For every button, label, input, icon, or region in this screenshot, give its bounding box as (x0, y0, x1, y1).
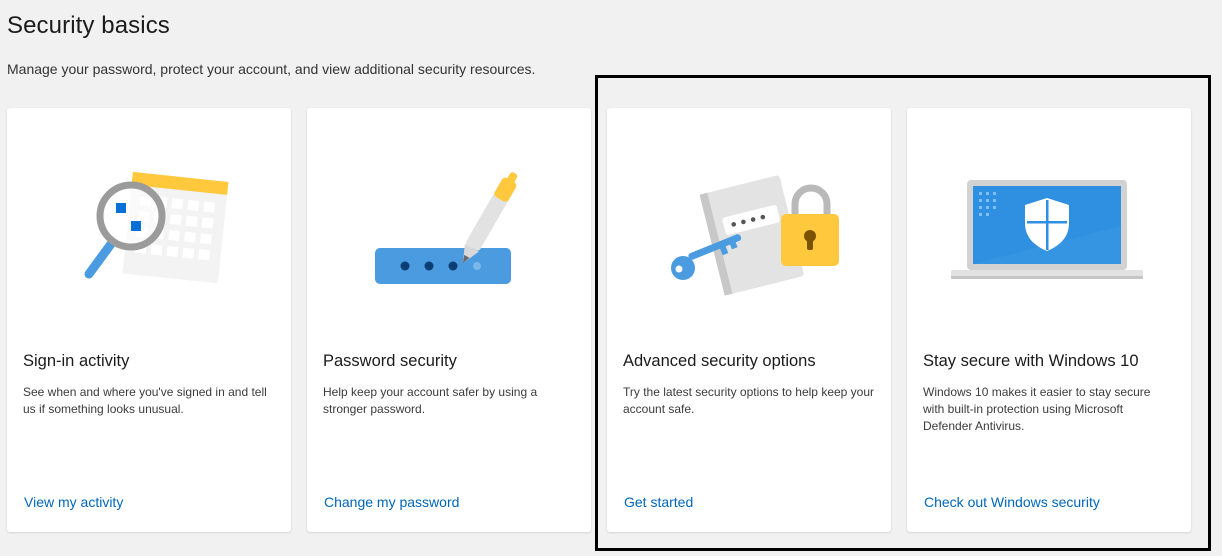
card-stay-secure-windows: Stay secure with Windows 10 Windows 10 m… (907, 108, 1191, 532)
change-my-password-link[interactable]: Change my password (324, 494, 459, 510)
get-started-link[interactable]: Get started (624, 494, 693, 510)
card-description: Windows 10 makes it easier to stay secur… (923, 385, 1151, 433)
card-advanced-security-options: Advanced security options Try the latest… (607, 108, 891, 532)
key-padlock-icon (671, 175, 839, 296)
check-out-windows-security-link[interactable]: Check out Windows security (924, 494, 1100, 510)
security-basics-page: Security basics Manage your password, pr… (0, 0, 1222, 556)
card-title: Password security (323, 352, 457, 370)
pen-password-field-icon (375, 172, 518, 284)
card-description: See when and where you've signed in and … (23, 385, 267, 416)
magnifier-calendar-icon (84, 171, 229, 284)
card-sign-in-activity: Sign-in activity See when and where you'… (7, 108, 291, 532)
card-description: Try the latest security options to help … (623, 385, 875, 416)
page-title: Security basics (7, 12, 170, 39)
card-title: Stay secure with Windows 10 (923, 352, 1139, 370)
page-subtitle: Manage your password, protect your accou… (7, 61, 536, 77)
card-title: Sign-in activity (23, 352, 130, 370)
view-my-activity-link[interactable]: View my activity (24, 494, 123, 510)
laptop-shield-icon (951, 180, 1143, 279)
card-title: Advanced security options (623, 352, 816, 370)
card-password-security: Password security Help keep your account… (307, 108, 591, 532)
card-description: Help keep your account safer by using a … (323, 385, 538, 416)
